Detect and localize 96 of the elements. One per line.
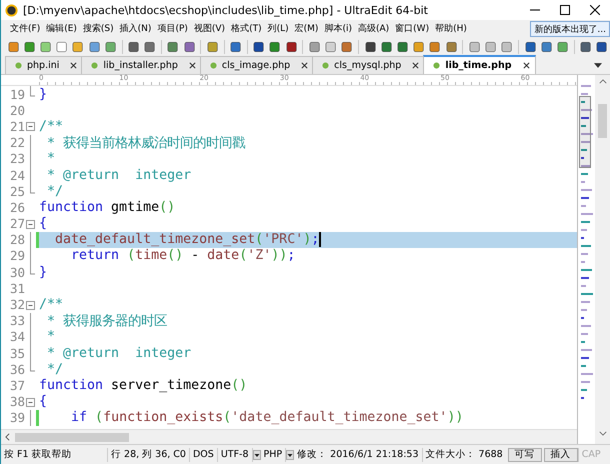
status-field: UTF-8 [216,448,252,462]
menu-item[interactable]: 高级(A) [354,22,392,35]
scrollbar-thumb[interactable] [15,432,129,442]
line-number: 31 [8,280,25,296]
tab-label: cls_mysql.php [334,60,402,71]
line-number: 32 [8,297,25,312]
status-dropdown[interactable]: 修改： 2016/6/1 21:18:53 [285,448,422,462]
dot-icon [433,62,440,69]
code-line: } [39,86,48,102]
code-line: */ [46,362,64,377]
file-tab[interactable]: cls_image.php [200,56,314,74]
line-number: 39 [8,410,25,426]
menu-item[interactable]: 脚本(i) [321,22,355,35]
code-line: */ [46,184,64,199]
close-icon[interactable] [188,62,196,69]
line-number: 28 [8,232,25,248]
dot-icon [322,62,330,69]
menu-item[interactable]: 项目(P) [154,22,191,35]
code-line: { [39,216,48,232]
line-number: 26 [8,200,25,215]
tab-label: lib_time.php [445,60,512,71]
menu-item[interactable]: 视图(V) [190,22,228,35]
line-number: 24 [8,168,25,183]
line-number: 33 [8,313,25,328]
app-logo-icon [5,4,18,16]
vertical-scrollbar[interactable] [595,75,610,444]
code-line: return (time() - date('Z')); [70,248,296,264]
line-number: 19 [8,86,25,102]
menu-item[interactable]: 文件(F) [7,22,44,35]
dot-icon [210,62,217,69]
code-line: * [46,329,56,344]
code-line: if (function_exists('date_default_timezone_set')) [70,410,464,426]
line-number: 35 [8,346,25,361]
scroll-left-icon[interactable] [5,433,10,441]
code-line: * @return integer [46,346,192,361]
code-line: * 获得当前格林威治时间的时间戳 [46,134,246,152]
horizontal-scrollbar[interactable] [1,429,577,444]
text-cursor [319,232,321,248]
code-line: * [46,151,56,166]
line-number: 27 [8,216,25,232]
status-button[interactable]: 插入 [544,448,578,462]
scroll-down-icon[interactable] [598,431,606,436]
code-line: * 获得服务器的时区 [46,312,168,330]
dot-icon [91,62,98,69]
line-number: 25 [8,184,25,199]
close-icon[interactable] [522,62,530,69]
status-field: 行 28, 列 36, C0 [107,448,189,462]
close-icon[interactable] [70,62,78,69]
code-line: function gmtime() [39,200,176,215]
file-tab[interactable]: lib_time.php [423,55,536,74]
line-number: 21 [8,118,25,134]
status-field: CAP [578,448,604,462]
minimap-drawing[interactable] [577,75,595,444]
scrollbar-thumb[interactable] [598,104,607,138]
line-number: 30 [8,264,25,280]
status-text: 按 F1 获取帮助 [3,448,73,462]
close-icon[interactable] [301,62,308,69]
line-number: 20 [8,102,25,118]
tab-label: lib_installer.php [103,60,178,71]
line-number: 34 [8,329,25,344]
code-line: /** [39,118,64,134]
menu-item[interactable]: 格式(T) [228,22,265,35]
line-number: 37 [8,378,25,393]
menu-item[interactable]: 帮助(H) [432,22,470,35]
code-line: } [39,264,48,280]
line-number: 36 [8,362,25,377]
line-number: 38 [8,394,25,410]
dot-icon [15,62,22,69]
menu-item[interactable]: 窗口(W) [392,22,432,35]
status-field: 文件大小： 7688 [422,448,506,462]
code-line: * @return integer [46,168,192,183]
file-tab[interactable]: lib_installer.php [81,56,202,74]
tab-label: cls_image.php [222,60,290,71]
line-number: 29 [8,248,25,264]
close-icon[interactable] [412,62,420,69]
file-tab[interactable]: php.ini [5,56,84,74]
window-title: [D:\myenv\apache\htdocs\ecshop\includes\lib_time.php] - UltraEdit 64-bit [23,4,429,16]
file-tab[interactable]: cls_mysql.php [312,56,426,74]
status-dropdown[interactable]: PHP [252,448,286,462]
menu-item[interactable]: 宏(M) [292,22,322,35]
scroll-up-icon[interactable] [598,79,606,84]
line-number: 23 [8,151,25,166]
tab-label: php.ini [27,60,60,71]
code-line: /** [39,297,64,312]
code-line: function server_timezone() [39,378,248,393]
menu-item[interactable]: 插入(N) [116,22,154,35]
line-number: 22 [8,135,25,150]
update-notice-button[interactable]: 新的版本出现了... [530,20,610,36]
menu-item[interactable]: 列(L) [264,22,292,35]
code-line: date_default_timezone_set('PRC'); [54,232,320,248]
menu-item[interactable]: 搜索(S) [80,22,117,35]
dropdown-arrow-icon[interactable] [594,63,602,68]
status-field: DOS [188,448,217,462]
menu-item[interactable]: 编辑(E) [43,22,80,35]
code-line: { [39,394,48,410]
status-button[interactable]: 可写 [508,448,542,462]
